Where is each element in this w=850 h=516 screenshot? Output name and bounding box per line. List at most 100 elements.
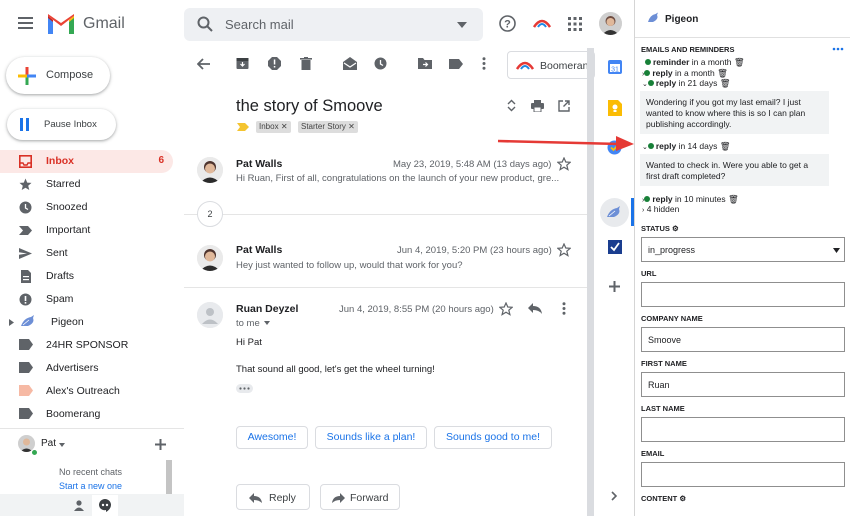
search-icon[interactable] [197,16,213,32]
nav-item-important[interactable]: Important [0,219,173,242]
message-sender[interactable]: Ruan Deyzel [236,303,298,315]
chat-user-dropdown-icon[interactable] [59,443,65,447]
hangouts-tab[interactable] [92,495,118,516]
sender-avatar[interactable] [197,245,223,271]
more-horizontal-icon[interactable] [832,47,844,51]
nav-item-spam[interactable]: Spam [0,288,173,311]
compose-button[interactable]: Compose [6,57,110,94]
collapse-row-icon[interactable]: ⌄ [642,144,648,151]
boomerang-logo-icon[interactable] [533,18,551,28]
message-more-icon[interactable] [562,302,566,315]
smart-reply-suggestion[interactable]: Sounds good to me! [434,426,552,449]
gmail-logo-icon[interactable] [47,13,75,35]
recipient-dropdown-icon[interactable] [264,321,270,325]
message-sender[interactable]: Pat Walls [236,158,282,170]
reply-button[interactable]: Reply [236,484,310,510]
nav-item-inbox[interactable]: Inbox 6 [0,150,173,173]
hidden-reminders-toggle[interactable]: › 4 hidden [642,204,679,214]
nav-item-boomerang[interactable]: Boomerang [0,403,173,426]
thread-scrollbar[interactable] [587,48,594,516]
star-outline-icon[interactable] [557,157,571,171]
nav-item-sent[interactable]: Sent [0,242,173,265]
delete-reminder-icon[interactable]: 🗑 [728,194,739,204]
get-addons-plus-icon[interactable] [609,281,620,292]
account-avatar[interactable] [599,12,622,35]
labels-icon[interactable] [449,59,463,69]
delete-reminder-icon[interactable]: 🗑 [717,68,728,78]
delete-icon[interactable] [300,57,312,70]
settings-gear-icon[interactable]: ⚙ [679,494,686,503]
search-input[interactable]: Search mail [225,17,294,32]
collapse-row-icon[interactable]: ⌄ [642,81,648,88]
pause-inbox-button[interactable]: Pause Inbox [7,109,116,140]
calendar-icon[interactable]: 31 [608,60,622,74]
sender-avatar[interactable] [197,157,223,183]
new-chat-plus-icon[interactable] [155,439,166,450]
boomerang-button[interactable]: Boomerang [507,51,595,79]
reminder-template-text[interactable]: Wondering if you got my last email? I ju… [640,91,829,134]
smart-reply-suggestion[interactable]: Sounds like a plan! [315,426,427,449]
main-menu-icon[interactable] [18,17,33,29]
nav-item-snoozed[interactable]: Snoozed [0,196,173,219]
move-to-icon[interactable] [418,57,432,69]
nav-item-alexs-outreach[interactable]: Alex's Outreach [0,380,173,403]
reminder-row[interactable]: reminder in a month 🗑 [645,57,745,68]
show-trimmed-content-button[interactable] [236,384,253,393]
smart-reply-suggestion[interactable]: Awesome! [236,426,308,449]
status-select[interactable]: in_progress [641,237,845,262]
message-sender[interactable]: Pat Walls [236,244,282,256]
nav-item-starred[interactable]: Starred [0,173,173,196]
remove-label-icon[interactable]: ✕ [281,122,288,131]
checklist-addon-icon[interactable] [608,240,622,254]
reminder-row[interactable]: ⌄ reply in 21 days 🗑 [642,78,731,89]
star-outline-icon[interactable] [499,302,513,316]
recipient-line[interactable]: to me [236,318,260,329]
search-options-icon[interactable] [457,22,467,28]
mark-unread-icon[interactable] [343,57,357,70]
reminder-template-text[interactable]: Wanted to check in. Were you able to get… [640,154,829,186]
pigeon-addon-button[interactable] [600,198,629,227]
settings-gear-icon[interactable]: ⚙ [672,224,679,233]
open-new-window-icon[interactable] [558,100,570,112]
expand-collapse-icon[interactable] [507,99,516,112]
apps-grid-icon[interactable] [568,17,582,31]
forward-button[interactable]: Forward [320,484,400,510]
message-snippet[interactable]: Hey just wanted to follow up, would that… [236,260,463,271]
search-bar[interactable]: Search mail [184,8,483,41]
collapsed-messages-count[interactable]: 2 [197,201,223,227]
more-vertical-icon[interactable] [482,57,486,70]
first-name-field[interactable]: Ruan [641,372,845,397]
show-side-panel-chevron-icon[interactable] [611,491,618,501]
important-marker-icon[interactable] [237,123,249,131]
reminder-row[interactable]: ⌄ reply in 14 days 🗑 [642,141,731,152]
keep-icon[interactable] [608,100,622,116]
email-field[interactable] [641,462,845,487]
chat-scrollbar[interactable] [166,460,172,494]
delete-reminder-icon[interactable]: 🗑 [720,141,731,151]
back-arrow-icon[interactable] [197,58,210,70]
report-spam-icon[interactable] [268,57,281,70]
delete-reminder-icon[interactable]: 🗑 [734,57,745,67]
nav-item-drafts[interactable]: Drafts [0,265,173,288]
contacts-icon[interactable] [74,500,84,511]
nav-item-24hr-sponsor[interactable]: 24HR SPONSOR [0,334,173,357]
archive-icon[interactable] [236,57,249,70]
url-field[interactable] [641,282,845,307]
print-icon[interactable] [531,100,544,112]
company-name-field[interactable]: Smoove [641,327,845,352]
reply-arrow-icon[interactable] [528,303,542,314]
nav-item-advertisers[interactable]: Advertisers [0,357,173,380]
expand-arrow-icon[interactable] [9,319,14,326]
remove-label-icon[interactable]: ✕ [348,122,355,131]
chat-user-name[interactable]: Pat [41,438,56,449]
delete-reminder-icon[interactable]: 🗑 [720,78,731,88]
start-new-chat-link[interactable]: Start a new one [59,481,122,491]
sender-avatar-placeholder[interactable] [197,302,223,328]
label-chip-starter-story[interactable]: Starter Story ✕ [298,121,358,133]
star-outline-icon[interactable] [557,243,571,257]
last-name-field[interactable] [641,417,845,442]
label-chip-inbox[interactable]: Inbox ✕ [256,121,291,133]
snooze-icon[interactable] [374,57,387,70]
nav-item-pigeon[interactable]: Pigeon [0,311,173,334]
help-icon[interactable]: ? [499,15,516,32]
